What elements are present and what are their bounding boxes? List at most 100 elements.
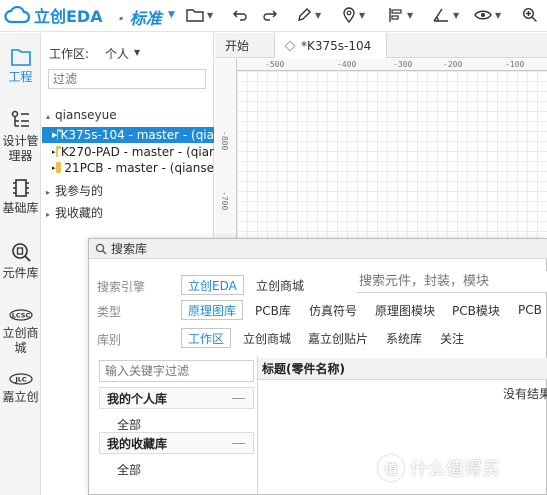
location-pin-icon [343, 7, 355, 23]
library-option[interactable]: 关注 [440, 328, 464, 348]
measure-tool-button[interactable]: ▼ [432, 4, 459, 26]
project-filter-input[interactable] [48, 69, 206, 89]
library-option[interactable]: 系统库 [386, 328, 422, 348]
ruler-tick: -200 [443, 60, 463, 69]
rail-item-project[interactable]: 工程 [0, 47, 41, 85]
type-option[interactable]: PCB模块 [452, 300, 500, 320]
chevron-down-icon: ▼ [207, 10, 214, 20]
tab-start[interactable]: 开始 [215, 33, 275, 58]
app-logo[interactable]: 立创EDA [4, 4, 103, 26]
svg-text:LCSC: LCSC [11, 312, 30, 320]
no-results-text: 没有结果 [503, 387, 547, 401]
library-label: 库别 [97, 333, 122, 347]
chevron-down-icon: ▼ [495, 10, 502, 20]
engine-option-label: 立创EDA [188, 278, 237, 293]
rail-item-label: 工程 [8, 70, 33, 84]
place-tool-button[interactable]: ▼ [342, 4, 365, 26]
engine-option[interactable]: 立创商城 [256, 275, 304, 295]
draw-tool-button[interactable]: ▼ [296, 4, 321, 26]
rail-item-lcsc[interactable]: LCSC 立创商城 [0, 307, 41, 356]
library-group-personal[interactable]: 我的个人库 [99, 387, 254, 409]
watermark-badge: 值 [378, 455, 404, 481]
undo-button[interactable] [232, 4, 248, 26]
rail-item-basic-library[interactable]: 基础库 [0, 178, 41, 216]
tree-node-favorited[interactable]: ▸ 我收藏的 [46, 204, 103, 221]
align-icon [389, 8, 402, 22]
project-item[interactable]: ▸ K270-PAD - master - (qiar [42, 144, 214, 160]
library-group-title: 我的收藏库 [107, 436, 168, 451]
folder-icon [55, 145, 62, 157]
type-option[interactable]: PCB库 [255, 300, 291, 320]
rail-item-label: 立创商城 [2, 326, 39, 355]
chevron-right-icon: ▸ [46, 188, 51, 197]
workspace-label: 工作区: [49, 47, 90, 61]
pcb-canvas[interactable] [215, 59, 547, 239]
type-option-label: PCB [518, 303, 542, 317]
ruler-tick: -700 [220, 191, 229, 211]
ruler-tick: -300 [393, 60, 413, 69]
rail-item-design-manager[interactable]: 设计管理器 [0, 109, 41, 164]
edition-label[interactable]: · 标准 [118, 5, 162, 29]
library-item-all[interactable]: 全部 [117, 461, 141, 478]
project-item[interactable]: ▸ 21PCB - master - (qianse [42, 160, 214, 176]
search-input[interactable] [357, 271, 547, 293]
zoom-in-button[interactable] [522, 4, 538, 26]
dialog-title: 搜索库 [111, 242, 148, 256]
rail-item-component-library[interactable]: 元件库 [0, 241, 41, 281]
ruler-tick: -800 [220, 131, 229, 151]
align-tool-button[interactable]: ▼ [388, 4, 413, 26]
component-search-icon [11, 243, 31, 262]
app-logo-text: 立创EDA [34, 7, 103, 26]
type-option[interactable]: PCB [518, 300, 542, 320]
redo-button[interactable] [262, 4, 278, 26]
chevron-down-icon: ▼ [315, 10, 322, 20]
rail-item-label: 嘉立创 [2, 390, 39, 404]
chevron-down-icon[interactable]: ▼ [134, 48, 140, 57]
file-menu-button[interactable]: ▼ [186, 4, 213, 26]
search-icon [95, 243, 107, 254]
ruler-tick: -100 [505, 60, 525, 69]
type-option[interactable]: 原理图库 [181, 300, 244, 320]
project-item-label: 21PCB - master - (qianse [64, 161, 214, 175]
pen-icon [298, 8, 311, 21]
library-group-favorites[interactable]: 我的收藏库 [99, 432, 254, 454]
type-option[interactable]: 原理图模块 [375, 300, 435, 320]
workspace-select[interactable]: 个人 [105, 45, 129, 62]
library-option[interactable]: 嘉立创贴片 [308, 328, 368, 348]
folder-icon [186, 9, 204, 22]
editor-tab-bar: 开始 *K375s-104 [215, 33, 547, 58]
chevron-down-icon: ▼ [407, 10, 414, 20]
project-item[interactable]: ▶ K375s-104 - master - (qia [42, 127, 214, 143]
collapse-icon[interactable] [232, 442, 245, 444]
chevron-down-icon: ▼ [453, 10, 460, 20]
library-option[interactable]: 工作区 [181, 328, 232, 348]
tree-node-label: 我收藏的 [55, 206, 104, 220]
library-option-label: 嘉立创贴片 [308, 331, 369, 346]
column-header-title[interactable]: 标题(零件名称) [262, 360, 345, 377]
svg-text:JLC: JLC [14, 376, 27, 384]
library-option-label: 关注 [440, 331, 465, 346]
rail-item-jlc[interactable]: JLC 嘉立创 [0, 371, 41, 405]
engine-option[interactable]: 立创EDA [181, 275, 244, 295]
type-option-label: PCB库 [255, 303, 291, 318]
results-table-header: 标题(零件名称) [258, 358, 547, 380]
project-item-label: K270-PAD - master - (qiar [60, 145, 214, 159]
dialog-title-bar[interactable]: 搜索库 [89, 239, 547, 259]
library-filter-input[interactable] [99, 360, 254, 382]
library-item-all[interactable]: 全部 [117, 416, 141, 433]
type-option-label: 原理图库 [188, 303, 237, 318]
edition-caret-icon[interactable]: ▼ [168, 10, 175, 20]
library-group-title: 我的个人库 [107, 391, 168, 406]
library-option[interactable]: 立创商城 [243, 328, 291, 348]
type-option[interactable]: 仿真符号 [309, 300, 357, 320]
cloud-icon [4, 5, 30, 24]
project-panel: 工作区: 个人 ▼ ▴ qianseyue ▶ K375s-104 - maste… [42, 33, 214, 243]
tree-node-participated[interactable]: ▸ 我参与的 [46, 182, 103, 199]
ruler-top: -500 -400 -300 -200 -100 [215, 59, 547, 71]
collapse-icon[interactable] [232, 397, 245, 399]
owner-name: qianseyue [55, 108, 117, 122]
view-button[interactable]: ▼ [474, 4, 501, 26]
tree-owner-node[interactable]: ▴ qianseyue [46, 108, 117, 122]
rail-item-label: 设计管理器 [2, 134, 39, 163]
tab-document[interactable]: *K375s-104 [275, 33, 387, 58]
